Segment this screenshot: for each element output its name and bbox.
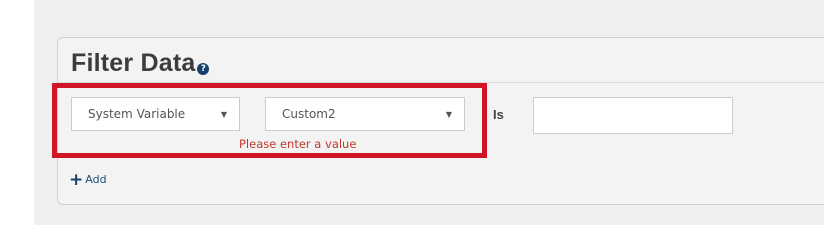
system-variable-select[interactable]: System Variable ▼ [71, 97, 240, 131]
field-select-value: Custom2 [282, 107, 336, 121]
chevron-down-icon: ▼ [220, 110, 227, 119]
operator-label: Is [493, 107, 504, 122]
help-icon[interactable]: ? [197, 63, 210, 75]
field-select[interactable]: Custom2 ▼ [265, 97, 465, 131]
panel-title-text: Filter Data [71, 49, 196, 77]
panel-header: Filter Data? [58, 38, 824, 83]
chevron-down-icon: ▼ [445, 110, 452, 119]
add-filter-link[interactable]: + Add [69, 170, 107, 190]
system-variable-select-value: System Variable [88, 107, 186, 121]
add-filter-label: Add [85, 173, 107, 186]
screenshot-canvas: Filter Data? System Variable ▼ Custom2 ▼… [0, 0, 824, 225]
plus-icon: + [69, 170, 84, 190]
panel-title: Filter Data? [71, 48, 210, 78]
validation-error-message: Please enter a value [239, 137, 357, 151]
filter-value-input[interactable] [533, 97, 733, 134]
